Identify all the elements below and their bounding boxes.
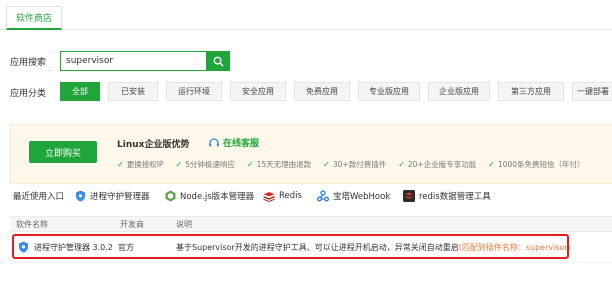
search-input[interactable]: supervisor [60,51,206,71]
row-description: 基于Supervisor开发的进程守护工具、可以让进程开机启动，异常关闭自动重启… [176,243,571,252]
supervisor-icon [19,241,28,253]
recent-redis[interactable]: Redis [263,188,302,204]
search-label: 应用搜索 [10,58,47,68]
category-third-party[interactable]: 第三方应用 [498,82,564,101]
promo-banner: 立即购买 Linux企业版优势 在线客服 ✓ 更换授权IP ✓ 5分钟极速响应 ✓ 1… [10,124,612,184]
category-pro[interactable]: 专业版应用 [358,82,420,101]
redis-icon [263,191,275,202]
nodejs-icon [165,190,176,202]
category-label: 应用分类 [10,89,47,99]
category-all[interactable]: 全部 [60,82,100,101]
promo-features: ✓ 更换授权IP ✓ 5分钟极速响应 ✓ 15天无理由退款 ✓ 30+款付费插件 ✓ 20… [117,159,585,170]
recent-entries: 最近使用入口 进程守护管理器 Node.js版本管理器 Redis 宝塔WebH… [13,188,603,204]
column-header-description: 说明 [176,220,192,229]
table-empty-area [10,262,612,286]
redis-manager-icon [403,190,415,202]
row-name: 进程守护管理器 3.0.2 [34,243,113,252]
recent-nodejs[interactable]: Node.js版本管理器 [165,188,254,204]
check-icon: ✓ [117,160,124,169]
category-one-click[interactable]: 一键部署 [572,82,612,101]
check-icon: ✓ [398,160,405,169]
tab-software-store[interactable]: 软件商店 [6,6,62,30]
recent-label: 最近使用入口 [13,192,65,202]
check-icon: ✓ [246,160,254,169]
supervisor-icon [76,190,85,202]
column-header-name: 软件名称 [16,220,48,229]
headset-icon [209,137,219,146]
feature-item: ✓ 30+款付费插件 [323,160,387,169]
check-icon: ✓ [488,160,495,169]
check-icon: ✓ [175,160,183,169]
category-installed[interactable]: 已安装 [108,82,158,101]
buy-now-button[interactable]: 立即购买 [29,141,97,163]
online-service-label: 在线客服 [223,139,260,149]
feature-item: ✓ 20+企业版专享功能 [398,160,477,169]
recent-redis-manager[interactable]: redis数据管理工具 [403,188,491,204]
feature-item: ✓ 更换授权IP [117,160,164,169]
feature-item: ✓ 5分钟极速响应 [175,160,235,169]
recent-webhook[interactable]: 宝塔WebHook [317,188,390,204]
category-security[interactable]: 安全应用 [230,82,286,101]
feature-item: ✓ 15天无理由退款 [246,160,312,169]
row-match-note: (匹配到插件名称：supervisor) [458,243,571,252]
feature-item: ✓ 1000条免费短信（年付） [488,160,585,169]
main-content: 应用搜索 supervisor 应用分类 全部 已安装 运行环境 安全应用 免费… [0,30,612,286]
check-icon: ✓ [323,160,330,169]
column-header-vendor: 开发商 [120,220,144,229]
category-runtime[interactable]: 运行环境 [166,82,222,101]
category-free[interactable]: 免费应用 [294,82,350,101]
search-button[interactable] [206,51,230,71]
table-row[interactable]: 进程守护管理器 3.0.2 官方 基于Supervisor开发的进程守护工具、可… [12,234,571,259]
table-header: 软件名称 开发商 说明 [10,216,612,232]
row-icon [18,241,29,255]
top-bar: 软件商店 [0,0,612,30]
online-service-link[interactable]: 在线客服 [208,136,259,149]
category-enterprise[interactable]: 企业版应用 [428,82,490,101]
promo-title: Linux企业版优势 [117,140,190,150]
webhook-icon [317,190,329,202]
recent-supervisor[interactable]: 进程守护管理器 [75,188,150,204]
search-icon [213,56,224,67]
row-vendor: 官方 [118,243,134,252]
